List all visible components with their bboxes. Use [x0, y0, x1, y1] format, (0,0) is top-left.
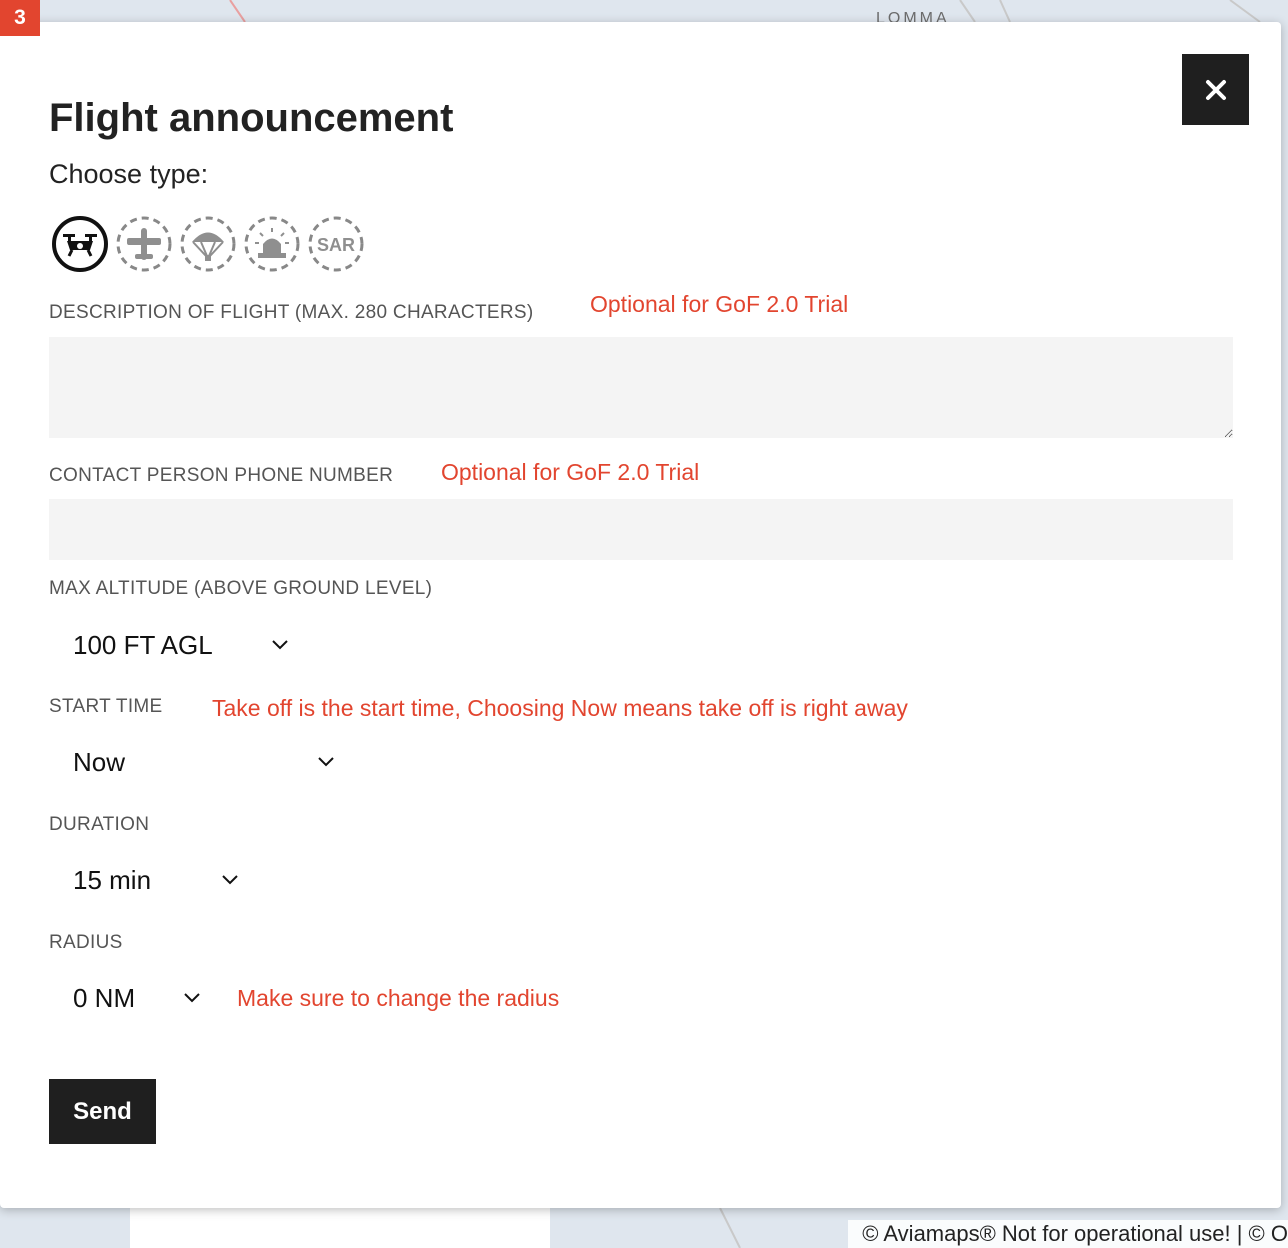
type-option-airplane[interactable] [115, 215, 173, 273]
phone-label: CONTACT PERSON PHONE NUMBER [49, 465, 394, 486]
sar-label: SAR [317, 235, 355, 255]
phone-input[interactable] [49, 499, 1233, 560]
start-time-annotation: Take off is the start time, Choosing Now… [212, 695, 908, 721]
radius-annotation: Make sure to change the radius [237, 985, 560, 1011]
flight-announcement-modal: Flight announcement Choose type: SAR DES… [0, 22, 1281, 1208]
sar-icon: SAR [308, 216, 364, 272]
phone-annotation: Optional for GoF 2.0 Trial [441, 459, 700, 485]
flight-type-selector: SAR [51, 215, 365, 273]
parachute-icon [180, 216, 236, 272]
max-altitude-label: MAX ALTITUDE (ABOVE GROUND LEVEL) [49, 578, 433, 599]
max-altitude-select[interactable]: 100 FT AGL [73, 625, 293, 665]
type-option-sar[interactable]: SAR [307, 215, 365, 273]
modal-title: Flight announcement [49, 96, 454, 140]
description-label: DESCRIPTION OF FLIGHT (MAX. 280 CHARACTE… [49, 302, 534, 323]
choose-type-label: Choose type: [49, 159, 209, 189]
drone-icon [52, 216, 108, 272]
close-icon [1205, 79, 1226, 100]
description-textarea[interactable] [49, 337, 1233, 438]
close-button[interactable] [1182, 54, 1249, 125]
start-time-select[interactable]: Now [73, 742, 343, 782]
duration-select[interactable]: 15 min [73, 860, 243, 900]
start-time-label: START TIME [49, 696, 163, 717]
type-option-drone[interactable] [51, 215, 109, 273]
type-option-parachute[interactable] [179, 215, 237, 273]
map-attribution: © Aviamaps® Not for operational use! | ©… [848, 1220, 1288, 1248]
type-option-emergency[interactable] [243, 215, 301, 273]
airplane-icon [116, 216, 172, 272]
chevron-down-icon [222, 875, 238, 885]
max-altitude-value: 100 FT AGL [73, 629, 213, 660]
start-time-value: Now [73, 746, 126, 777]
duration-value: 15 min [73, 864, 152, 895]
radius-select[interactable]: 0 NM [73, 978, 205, 1018]
emergency-siren-icon [244, 216, 300, 272]
send-button[interactable]: Send [49, 1079, 156, 1144]
description-annotation: Optional for GoF 2.0 Trial [590, 291, 849, 317]
radius-value: 0 NM [73, 982, 136, 1013]
step-badge: 3 [0, 0, 40, 36]
radius-label: RADIUS [49, 932, 123, 953]
chevron-down-icon [318, 757, 334, 767]
chevron-down-icon [184, 993, 200, 1003]
chevron-down-icon [272, 640, 288, 650]
duration-label: DURATION [49, 814, 150, 835]
